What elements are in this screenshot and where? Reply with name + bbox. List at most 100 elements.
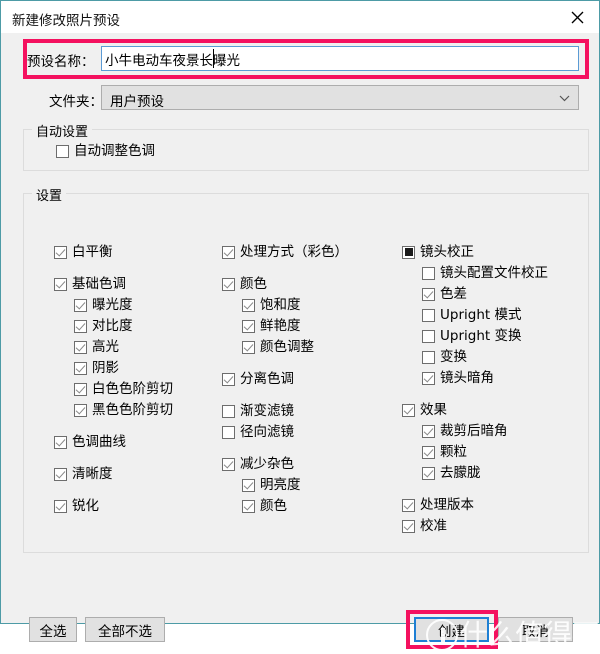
- checkbox-unchecked-icon[interactable]: [222, 425, 235, 439]
- setting-c1-checkbox-row[interactable]: 阴影: [74, 360, 119, 376]
- folder-label: 文件夹：: [49, 94, 103, 110]
- setting-c1-checkbox-row[interactable]: 清晰度: [54, 466, 113, 482]
- checkbox-unchecked-icon[interactable]: [422, 266, 435, 280]
- setting-c3-checkbox-row[interactable]: 颗粒: [422, 444, 467, 460]
- checkbox-checked-icon[interactable]: [402, 403, 415, 417]
- checkbox-checked-icon[interactable]: [54, 499, 67, 513]
- folder-selected-value: 用户预设: [110, 94, 164, 110]
- setting-c2-checkbox-row[interactable]: 明亮度: [242, 477, 301, 493]
- text-caret: [213, 49, 214, 68]
- checkbox-label: 径向滤镜: [240, 424, 294, 440]
- checkbox-checked-icon[interactable]: [54, 245, 67, 259]
- checkbox-unchecked-icon[interactable]: [422, 329, 435, 343]
- checkbox-checked-icon[interactable]: [222, 277, 235, 291]
- setting-c2-checkbox-row[interactable]: 鲜艳度: [242, 318, 301, 334]
- setting-c1-checkbox-row[interactable]: 对比度: [74, 318, 133, 334]
- checkbox-checked-icon[interactable]: [222, 372, 235, 386]
- checkbox-checked-icon[interactable]: [242, 478, 255, 492]
- checkbox-checked-icon[interactable]: [74, 382, 87, 396]
- setting-c1-checkbox-row[interactable]: 色调曲线: [54, 434, 126, 450]
- auto-setting-checkbox-row[interactable]: 自动调整色调: [56, 143, 155, 159]
- checkbox-checked-icon[interactable]: [242, 499, 255, 513]
- checkbox-indeterminate-icon[interactable]: [402, 245, 415, 259]
- setting-c2-checkbox-row[interactable]: 饱和度: [242, 297, 301, 313]
- preset-name-input[interactable]: [101, 46, 579, 71]
- setting-c3-checkbox-row[interactable]: 处理版本: [402, 497, 474, 513]
- checkbox-label: 效果: [420, 402, 447, 418]
- setting-c2-checkbox-row[interactable]: 颜色: [222, 276, 267, 292]
- checkbox-unchecked-icon[interactable]: [422, 308, 435, 322]
- checkbox-checked-icon[interactable]: [54, 435, 67, 449]
- auto-settings-title: 自动设置: [32, 121, 93, 140]
- checkbox-label: 镜头暗角: [440, 370, 494, 386]
- checkbox-unchecked-icon[interactable]: [222, 404, 235, 418]
- cancel-button[interactable]: 取消: [498, 617, 573, 642]
- select-all-button[interactable]: 全选: [29, 617, 77, 642]
- checkbox-checked-icon[interactable]: [74, 319, 87, 333]
- checkbox-unchecked-icon[interactable]: [56, 144, 69, 158]
- checkbox-checked-icon[interactable]: [402, 519, 415, 533]
- checkbox-checked-icon[interactable]: [74, 340, 87, 354]
- checkbox-label: 颗粒: [440, 444, 467, 460]
- checkbox-label: 分离色调: [240, 371, 294, 387]
- select-none-button[interactable]: 全部不选: [85, 617, 165, 642]
- setting-c2-checkbox-row[interactable]: 处理方式（彩色）: [222, 244, 348, 260]
- close-button[interactable]: [555, 1, 599, 32]
- setting-c3-checkbox-row[interactable]: 去朦胧: [422, 465, 481, 481]
- checkbox-label: 处理方式（彩色）: [240, 244, 348, 260]
- checkbox-checked-icon[interactable]: [242, 298, 255, 312]
- checkbox-checked-icon[interactable]: [242, 319, 255, 333]
- checkbox-checked-icon[interactable]: [422, 371, 435, 385]
- setting-c2-checkbox-row[interactable]: 减少杂色: [222, 456, 294, 472]
- checkbox-checked-icon[interactable]: [422, 466, 435, 480]
- checkbox-checked-icon[interactable]: [74, 298, 87, 312]
- checkbox-checked-icon[interactable]: [242, 340, 255, 354]
- setting-c3-checkbox-row[interactable]: 校准: [402, 518, 447, 534]
- setting-c3-checkbox-row[interactable]: Upright 模式: [422, 307, 521, 323]
- checkbox-label: 去朦胧: [440, 465, 481, 481]
- checkbox-label: 对比度: [92, 318, 133, 334]
- checkbox-label: 颜色: [260, 498, 287, 514]
- setting-c3-checkbox-row[interactable]: 色差: [422, 286, 467, 302]
- setting-c3-checkbox-row[interactable]: 镜头配置文件校正: [422, 265, 548, 281]
- checkbox-checked-icon[interactable]: [422, 445, 435, 459]
- checkbox-checked-icon[interactable]: [402, 498, 415, 512]
- checkbox-checked-icon[interactable]: [422, 287, 435, 301]
- setting-c3-checkbox-row[interactable]: 镜头校正: [402, 244, 474, 260]
- setting-c1-checkbox-row[interactable]: 基础色调: [54, 276, 126, 292]
- setting-c1-checkbox-row[interactable]: 锐化: [54, 498, 99, 514]
- checkbox-label: 阴影: [92, 360, 119, 376]
- checkbox-label: 校准: [420, 518, 447, 534]
- checkbox-checked-icon[interactable]: [74, 403, 87, 417]
- checkbox-checked-icon[interactable]: [54, 277, 67, 291]
- new-preset-dialog: 新建修改照片预设 预设名称： 文件夹： 用户预设 自动设置 自动调整色调: [0, 0, 600, 651]
- checkbox-checked-icon[interactable]: [422, 424, 435, 438]
- setting-c1-checkbox-row[interactable]: 黑色色阶剪切: [74, 402, 173, 418]
- checkbox-checked-icon[interactable]: [222, 245, 235, 259]
- setting-c2-checkbox-row[interactable]: 颜色: [242, 498, 287, 514]
- setting-c2-checkbox-row[interactable]: 渐变滤镜: [222, 403, 294, 419]
- checkbox-checked-icon[interactable]: [54, 467, 67, 481]
- auto-settings-group: 自动设置 自动调整色调: [23, 121, 589, 171]
- setting-c3-checkbox-row[interactable]: 镜头暗角: [422, 370, 494, 386]
- checkbox-unchecked-icon[interactable]: [422, 350, 435, 364]
- setting-c3-checkbox-row[interactable]: 裁剪后暗角: [422, 423, 508, 439]
- setting-c3-checkbox-row[interactable]: 效果: [402, 402, 447, 418]
- checkbox-checked-icon[interactable]: [74, 361, 87, 375]
- create-button[interactable]: 创建: [414, 617, 489, 642]
- checkbox-checked-icon[interactable]: [222, 457, 235, 471]
- setting-c2-checkbox-row[interactable]: 分离色调: [222, 371, 294, 387]
- setting-c3-checkbox-row[interactable]: Upright 变换: [422, 328, 521, 344]
- checkbox-label: 明亮度: [260, 477, 301, 493]
- checkbox-label: 处理版本: [420, 497, 474, 513]
- checkbox-label: 渐变滤镜: [240, 403, 294, 419]
- setting-c2-checkbox-row[interactable]: 颜色调整: [242, 339, 314, 355]
- checkbox-label: 色差: [440, 286, 467, 302]
- setting-c2-checkbox-row[interactable]: 径向滤镜: [222, 424, 294, 440]
- setting-c1-checkbox-row[interactable]: 白色色阶剪切: [74, 381, 173, 397]
- folder-select[interactable]: 用户预设: [101, 85, 579, 110]
- setting-c1-checkbox-row[interactable]: 高光: [74, 339, 119, 355]
- setting-c3-checkbox-row[interactable]: 变换: [422, 349, 467, 365]
- setting-c1-checkbox-row[interactable]: 曝光度: [74, 297, 133, 313]
- setting-c1-checkbox-row[interactable]: 白平衡: [54, 244, 113, 260]
